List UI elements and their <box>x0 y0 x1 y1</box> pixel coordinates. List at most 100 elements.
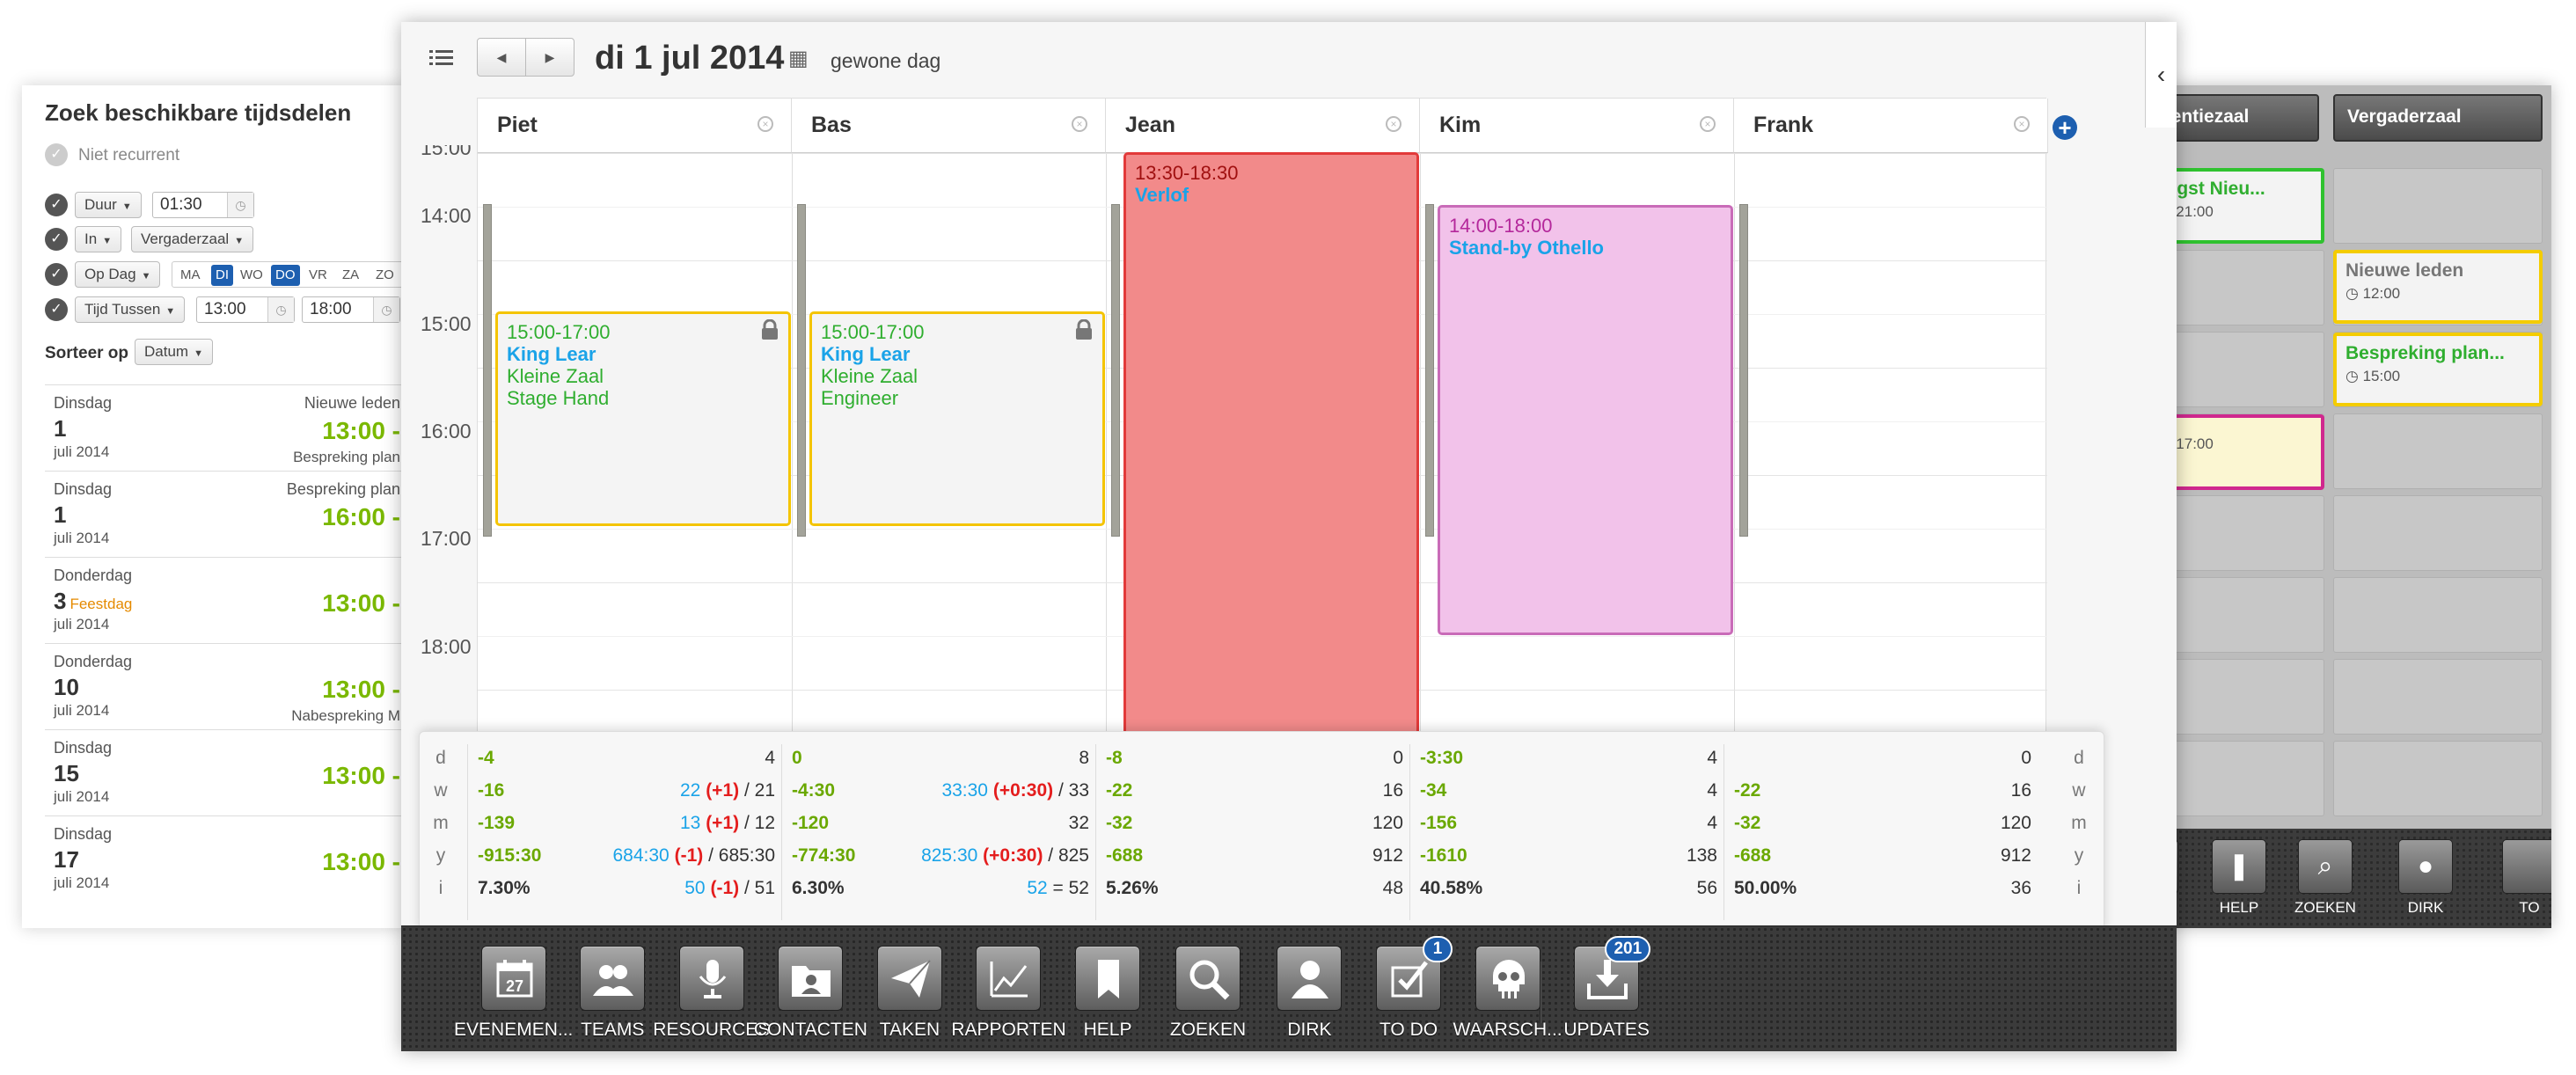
in-dropdown[interactable]: In ▼ <box>75 226 122 252</box>
clock-icon[interactable]: ◷ <box>267 297 294 322</box>
help-button[interactable]: ❚ HELP <box>2199 839 2279 917</box>
close-column-icon[interactable]: × <box>757 116 773 132</box>
calendar-event[interactable]: 15:00-17:00 King Lear Kleine Zaal Engineer <box>809 311 1105 526</box>
room-slot[interactable] <box>2333 577 2543 653</box>
stats-target: 36 <box>2010 878 2031 898</box>
stats-delta: (+1) <box>706 780 740 801</box>
close-column-icon[interactable]: × <box>1700 116 1716 132</box>
room-header[interactable]: Vergaderzaal <box>2333 94 2543 142</box>
day-fri[interactable]: VR <box>304 265 332 286</box>
event-title: Verlof <box>1135 184 1189 206</box>
day-wed[interactable]: WO <box>236 265 267 286</box>
day-check-icon[interactable]: ✓ <box>45 263 68 286</box>
event-title: King Lear <box>821 343 911 365</box>
day-tue[interactable]: DI <box>211 265 233 286</box>
result-row[interactable]: Dinsdag 1 juli 2014 Bespreking plan 16:00 - <box>45 471 409 557</box>
stats-target: 16 <box>1382 780 1403 801</box>
column-header-jean[interactable]: Jean × <box>1106 99 1420 153</box>
column-header-bas[interactable]: Bas × <box>792 99 1106 153</box>
sort-label: Sorteer op <box>45 344 129 362</box>
collapse-arrow-icon[interactable]: ‹ <box>2145 22 2177 128</box>
result-row[interactable]: Dinsdag 17 juli 2014 13:00 - <box>45 815 409 902</box>
rooms-toolbar: ...N ❚HELP ⌕ZOEKEN ●DIRK TO <box>2147 829 2551 928</box>
day-sun[interactable]: ZO <box>371 265 399 286</box>
day-thu[interactable]: DO <box>271 265 300 286</box>
stats-total: 0 <box>2021 748 2031 769</box>
duration-check-icon[interactable]: ✓ <box>45 194 68 216</box>
stats-actual: 52 <box>1027 878 1048 898</box>
column-header-kim[interactable]: Kim × <box>1420 99 1734 153</box>
stats-row-label: y <box>435 845 446 866</box>
stats-column-divider <box>467 744 468 920</box>
column-name: Kim <box>1439 113 1482 137</box>
todo-button[interactable]: TO <box>2490 839 2551 917</box>
sort-dropdown[interactable]: Datum ▼ <box>135 339 213 365</box>
result-time: 16:00 - <box>322 503 400 530</box>
in-check-icon[interactable]: ✓ <box>45 228 68 251</box>
result-day-number: 10 <box>54 674 79 700</box>
search-button[interactable]: ⌕ ZOEKEN <box>2286 839 2365 917</box>
stats-total: 4 <box>1707 780 1717 801</box>
stats-total: 120 <box>2001 813 2031 834</box>
room-slot[interactable] <box>2333 168 2543 244</box>
room-dropdown[interactable]: Vergaderzaal ▼ <box>131 226 254 252</box>
result-day-number: 17 <box>54 846 79 873</box>
close-column-icon[interactable]: × <box>1386 116 1401 132</box>
between-dropdown[interactable]: Tijd Tussen ▼ <box>75 296 186 323</box>
stats-column-divider <box>781 744 782 920</box>
stats-balance: -688 <box>1734 845 1772 866</box>
room-slot[interactable] <box>2333 659 2543 735</box>
calendar-icon: 27 <box>496 960 533 998</box>
add-column-button[interactable]: + <box>2053 115 2077 140</box>
close-column-icon[interactable]: × <box>1072 116 1087 132</box>
toolbar-button-updates[interactable]: 201 UPDATES <box>1545 936 1668 1041</box>
result-day-number: 3 Feestdag <box>54 588 133 614</box>
room-slot[interactable] <box>2333 495 2543 571</box>
stats-row-label: d <box>2074 748 2084 768</box>
event-title: King Lear <box>507 343 596 365</box>
day-sat[interactable]: ZA <box>338 265 363 286</box>
room-slot[interactable] <box>2333 741 2543 816</box>
list-view-icon[interactable] <box>429 47 456 68</box>
stats-row-label: d <box>435 748 446 768</box>
user-button[interactable]: ● DIRK <box>2386 839 2465 917</box>
stats-total: 50 (-1) / 51 <box>684 878 775 899</box>
checkbox-icon <box>2502 839 2551 894</box>
stats-balance: -156 <box>1420 813 1458 833</box>
result-row[interactable]: Dinsdag 15 juli 2014 13:00 - <box>45 729 409 815</box>
between-from-input[interactable]: 13:00 ◷ <box>196 296 295 323</box>
event-time: 15:00-17:00 <box>507 321 611 343</box>
close-column-icon[interactable]: × <box>2014 116 2030 132</box>
between-check-icon[interactable]: ✓ <box>45 298 68 321</box>
day-mon[interactable]: MA <box>176 265 205 286</box>
room-event[interactable]: Nieuwe leden ◷ 12:00 <box>2333 250 2543 324</box>
result-time: 13:00 - <box>322 589 400 617</box>
day-dropdown[interactable]: Op Dag ▼ <box>75 261 161 288</box>
result-time: 13:00 - <box>322 762 400 789</box>
availability-bar <box>1739 204 1748 537</box>
column-header-frank[interactable]: Frank × <box>1734 99 2048 153</box>
person-icon <box>1292 961 1329 998</box>
result-row[interactable]: Donderdag 3 Feestdag juli 2014 13:00 - <box>45 557 409 643</box>
calendar-event[interactable]: 15:00-17:00 King Lear Kleine Zaal Stage Han… <box>495 311 791 526</box>
result-time: 13:00 - <box>322 676 400 703</box>
duration-input[interactable]: 01:30 ◷ <box>152 192 254 218</box>
next-day-button[interactable]: ▶ <box>525 38 574 77</box>
clock-icon[interactable]: ◷ <box>227 193 253 217</box>
stats-target: / 33 <box>1057 780 1089 801</box>
recurrent-check-icon[interactable]: ✓ <box>45 143 68 166</box>
toolbar-icon-frame <box>1075 946 1141 1011</box>
calendar-picker-icon[interactable]: ▦ <box>788 46 809 71</box>
result-time: 13:00 - <box>322 417 400 444</box>
result-month: juli 2014 <box>54 443 110 460</box>
room-slot[interactable] <box>2333 413 2543 489</box>
column-header-piet[interactable]: Piet × <box>478 99 792 153</box>
between-to-input[interactable]: 18:00 ◷ <box>302 296 400 323</box>
room-event[interactable]: Bespreking plan... ◷ 15:00 <box>2333 333 2543 406</box>
previous-day-button[interactable]: ◀ <box>477 38 526 77</box>
result-row[interactable]: Dinsdag 1 juli 2014 Nieuwe leden 13:00 - Besp… <box>45 384 409 471</box>
clock-icon[interactable]: ◷ <box>373 297 399 322</box>
duration-dropdown[interactable]: Duur ▼ <box>75 192 142 218</box>
result-row[interactable]: Donderdag 10 juli 2014 13:00 - Nabespreking … <box>45 643 409 729</box>
calendar-event[interactable]: 14:00-18:00 Stand-by Othello <box>1438 205 1733 635</box>
